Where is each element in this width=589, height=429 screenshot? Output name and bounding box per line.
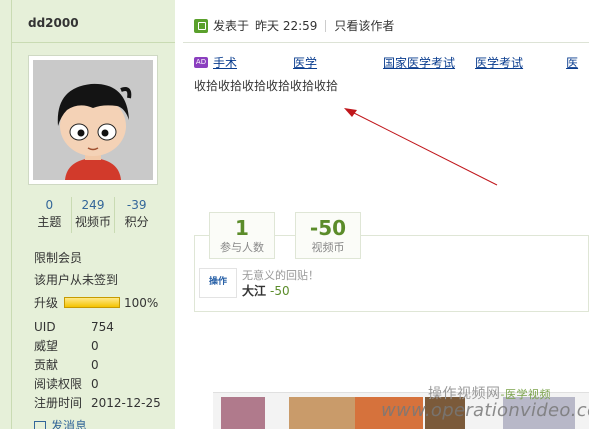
upgrade-progress-bar [64, 297, 121, 308]
rating-coins[interactable]: -50 视频币 [295, 212, 361, 259]
watermark-url: www.operationvideo.com [381, 400, 589, 421]
rater-name[interactable]: 大江 [242, 284, 266, 298]
tag-links: AD 手术 医学 国家医学考试 医学考试 医 [194, 54, 578, 71]
post-meta: 发表于 昨天 22:59 只看该作者 [194, 17, 394, 34]
rating-rater: 大江 -50 [242, 283, 319, 300]
info-row: UID 754 [34, 318, 161, 337]
tag-link[interactable]: 医学 [293, 54, 317, 71]
send-message-label: 发消息 [51, 419, 88, 429]
upgrade-percent: 100% [124, 295, 159, 310]
author-only-link[interactable]: 只看该作者 [334, 17, 394, 34]
avatar[interactable] [28, 55, 158, 185]
rating-entry: 操作 无意义的回贴！ 大江 -50 [199, 268, 589, 308]
checkin-status: 该用户从未签到 [34, 273, 119, 287]
info-row: 阅读权限 0 [34, 375, 161, 394]
thumbnail[interactable] [289, 397, 355, 429]
stat-topics-label: 主题 [37, 215, 62, 229]
user-group[interactable]: 限制会员 [34, 249, 82, 266]
thumbnail[interactable] [221, 397, 265, 429]
info-key: 威望 [34, 339, 59, 353]
avatar-image [33, 60, 153, 180]
post-header-divider [183, 42, 589, 43]
coins-label: 视频币 [311, 241, 345, 254]
username[interactable]: dd2000 [28, 16, 79, 30]
stat-topics-value: 0 [45, 198, 54, 212]
cartoon-avatar-icon [33, 60, 153, 180]
send-message-link[interactable]: 发消息 [34, 417, 87, 429]
info-row: 威望 0 [34, 337, 161, 356]
divider [12, 42, 175, 43]
user-info: UID 754 威望 0 贡献 0 阅读权限 0 注册时间 2012-12-25 [34, 318, 161, 413]
info-value: 754 [91, 320, 114, 334]
tag-link[interactable]: 医学考试 [475, 54, 523, 71]
info-value: 2012-12-25 [91, 396, 161, 410]
info-key: 注册时间 [34, 396, 83, 410]
stat-coins-label: 视频币 [75, 215, 112, 229]
stat-coins[interactable]: 249 视频币 [70, 197, 115, 233]
user-sidebar: dd2000 0 主题 249 视频币 -39 积分 限制会员 该用户从未签到 … [0, 0, 175, 429]
info-key: 贡献 [34, 358, 59, 372]
posted-time: 昨天 22:59 [255, 19, 318, 33]
stat-points-value: -39 [126, 198, 147, 212]
tag-link[interactable]: 医 [566, 54, 578, 71]
rating-entry-text: 无意义的回贴！ 大江 -50 [242, 268, 319, 300]
stat-coins-value: 249 [81, 198, 105, 212]
rating-reason: 无意义的回贴！ [242, 269, 319, 282]
user-stats: 0 主题 249 视频币 -39 积分 [28, 197, 158, 233]
info-key: 阅读权限 [34, 377, 83, 391]
site-logo-icon: 操作 [199, 268, 237, 298]
tag-link[interactable]: 手术 [213, 54, 237, 71]
coins-value: -50 [309, 216, 347, 240]
stat-points[interactable]: -39 积分 [114, 197, 158, 233]
post-status-icon [194, 18, 208, 33]
info-value: 0 [91, 377, 99, 391]
info-value: 0 [91, 339, 99, 353]
tag-link[interactable]: 国家医学考试 [383, 54, 455, 71]
envelope-icon [34, 421, 46, 429]
info-key: UID [34, 320, 56, 334]
upgrade-label: 升级 [34, 296, 59, 310]
stat-points-label: 积分 [124, 215, 149, 229]
participants-value: 1 [235, 216, 249, 240]
upgrade-progress-fill [65, 298, 120, 307]
sidebar-edge [11, 0, 12, 429]
info-row: 注册时间 2012-12-25 [34, 394, 161, 413]
post-body: 收拾收拾收拾收拾收拾收拾 [194, 79, 339, 93]
posted-prefix: 发表于 [213, 19, 250, 33]
stat-topics[interactable]: 0 主题 [28, 197, 71, 233]
participants-label: 参与人数 [220, 241, 264, 254]
upgrade-row: 升级 100% [34, 294, 158, 311]
divider [325, 19, 327, 32]
info-value: 0 [91, 358, 99, 372]
rating-amount: -50 [270, 284, 290, 298]
ad-icon: AD [194, 57, 208, 68]
info-row: 贡献 0 [34, 356, 161, 375]
rating-participants[interactable]: 1 参与人数 [209, 212, 275, 259]
